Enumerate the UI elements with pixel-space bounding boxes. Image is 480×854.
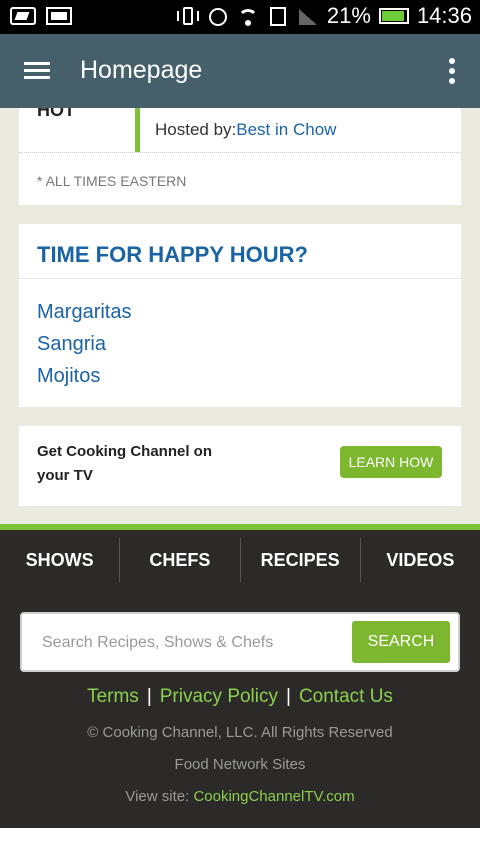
sd-card-icon	[267, 5, 289, 27]
vibrate-icon	[176, 5, 199, 27]
tv-promo-text: Get Cooking Channel on your TV	[37, 443, 212, 484]
screenshot-icon	[10, 7, 36, 25]
page-title: Homepage	[80, 56, 203, 84]
footer-accent-line	[0, 524, 480, 530]
host-label: Hosted by:	[155, 120, 237, 139]
drink-link-margaritas[interactable]: Margaritas	[37, 296, 131, 328]
footer-nav: SHOWS CHEFS RECIPES VIDEOS	[0, 538, 480, 582]
overflow-menu-icon[interactable]	[449, 58, 455, 84]
divider	[19, 152, 461, 153]
footer: SHOWS CHEFS RECIPES VIDEOS SEARCH Terms |…	[0, 524, 480, 828]
learn-how-button[interactable]: LEARN HOW	[340, 446, 442, 478]
app-bar: Homepage	[0, 34, 480, 108]
drink-link-sangria[interactable]: Sangria	[37, 328, 131, 360]
privacy-policy-link[interactable]: Privacy Policy	[160, 686, 278, 707]
terms-link[interactable]: Terms	[87, 686, 139, 707]
search-box: SEARCH	[20, 612, 460, 672]
happy-hour-title: TIME FOR HAPPY HOUR?	[37, 242, 308, 267]
image-icon	[46, 7, 72, 25]
drink-link-mojitos[interactable]: Mojitos	[37, 360, 131, 392]
nav-recipes[interactable]: RECIPES	[241, 538, 361, 582]
hamburger-menu-icon[interactable]	[24, 62, 50, 80]
nav-shows[interactable]: SHOWS	[0, 538, 121, 582]
battery-percent: 21%	[326, 3, 371, 28]
network-sites: Food Network Sites	[174, 756, 306, 773]
times-note: * ALL TIMES EASTERN	[37, 173, 187, 189]
signal-icon	[297, 5, 319, 27]
alarm-icon	[207, 5, 229, 27]
view-site-label: View site:	[125, 788, 190, 805]
nav-videos[interactable]: VIDEOS	[361, 538, 480, 582]
wifi-icon	[237, 5, 259, 27]
tv-promo-card: Get Cooking Channel on your TV LEARN HOW	[19, 426, 461, 506]
host-link[interactable]: Best in Chow	[236, 120, 336, 139]
footer-links: Terms | Privacy Policy | Contact Us	[0, 686, 480, 708]
host-line: Hosted by:Best in Chow	[155, 120, 336, 140]
clock: 14:36	[416, 3, 472, 28]
search-button[interactable]: SEARCH	[352, 621, 450, 663]
battery-icon	[378, 8, 409, 24]
nav-chefs[interactable]: CHEFS	[120, 538, 241, 582]
copyright: © Cooking Channel, LLC. All Rights Reser…	[87, 724, 393, 741]
contact-us-link[interactable]: Contact Us	[299, 686, 393, 707]
search-input[interactable]	[40, 628, 344, 658]
happy-hour-card: TIME FOR HAPPY HOUR? Margaritas Sangria …	[19, 224, 461, 407]
separator: |	[286, 686, 291, 707]
separator: |	[146, 686, 152, 707]
view-site-link[interactable]: CookingChannelTV.com	[193, 788, 354, 805]
bottom-strip	[0, 828, 480, 854]
divider	[19, 278, 461, 279]
view-site: View site: CookingChannelTV.com	[0, 788, 480, 805]
drink-list: Margaritas Sangria Mojitos	[37, 296, 131, 392]
status-bar: 21% 14:36	[0, 0, 480, 34]
